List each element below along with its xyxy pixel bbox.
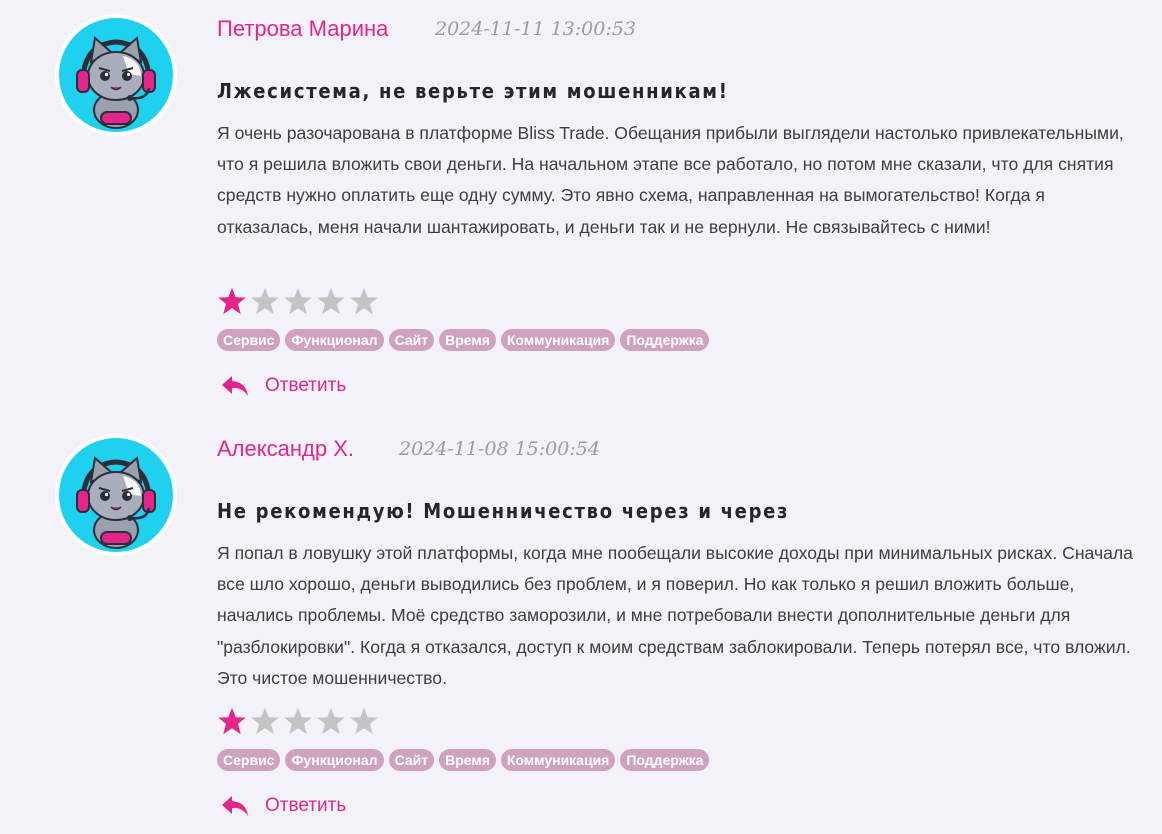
tag-site[interactable]: Сайт <box>388 329 435 351</box>
review-tags: Сервис Функционал Сайт Время Коммуникаци… <box>217 329 710 351</box>
star-icon <box>251 287 279 315</box>
reply-label: Ответить <box>265 375 347 396</box>
star-icon <box>317 707 345 735</box>
review-text: Я очень разочарована в платформе Bliss T… <box>217 123 1124 237</box>
tag-communication[interactable]: Коммуникация <box>500 749 616 771</box>
cat-gamer-avatar-icon <box>59 18 173 132</box>
star-icon <box>284 707 312 735</box>
avatar <box>55 434 177 556</box>
review-title: Не рекомендую! Мошенничество через и чер… <box>217 499 790 523</box>
review-text: Я попал в ловушку этой платформы, когда … <box>217 543 1133 688</box>
reply-arrow-icon <box>222 796 248 816</box>
star-icon <box>350 287 378 315</box>
rating-stars <box>217 286 382 318</box>
reply-arrow-icon <box>222 376 248 396</box>
star-icon <box>317 287 345 315</box>
star-icon-filled <box>218 707 246 735</box>
reply-label: Ответить <box>265 795 347 816</box>
cat-gamer-avatar-icon <box>59 438 173 552</box>
avatar <box>55 14 177 136</box>
star-icon <box>251 707 279 735</box>
review-date: 2024-11-08 15:00:54 <box>399 438 600 460</box>
review-author: Петрова Марина <box>217 16 389 41</box>
tag-time[interactable]: Время <box>439 329 496 351</box>
tag-communication[interactable]: Коммуникация <box>500 329 616 351</box>
tag-service[interactable]: Сервис <box>217 749 281 771</box>
review-date: 2024-11-11 13:00:53 <box>435 18 636 40</box>
tag-functionality[interactable]: Функционал <box>285 749 384 771</box>
tag-support[interactable]: Поддержка <box>620 749 710 771</box>
tag-functionality[interactable]: Функционал <box>285 329 384 351</box>
review-author: Александр Х. <box>217 436 354 461</box>
review-title: Лжесистема, не верьте этим мошенникам! <box>217 79 729 103</box>
tag-support[interactable]: Поддержка <box>620 329 710 351</box>
reply-button[interactable]: Ответить <box>220 794 346 818</box>
reply-button[interactable]: Ответить <box>220 374 346 398</box>
tag-time[interactable]: Время <box>439 749 496 771</box>
star-icon-filled <box>218 287 246 315</box>
rating-stars <box>217 706 382 738</box>
review-tags: Сервис Функционал Сайт Время Коммуникаци… <box>217 749 710 771</box>
star-icon <box>350 707 378 735</box>
star-icon <box>284 287 312 315</box>
tag-site[interactable]: Сайт <box>388 749 435 771</box>
tag-service[interactable]: Сервис <box>217 329 281 351</box>
